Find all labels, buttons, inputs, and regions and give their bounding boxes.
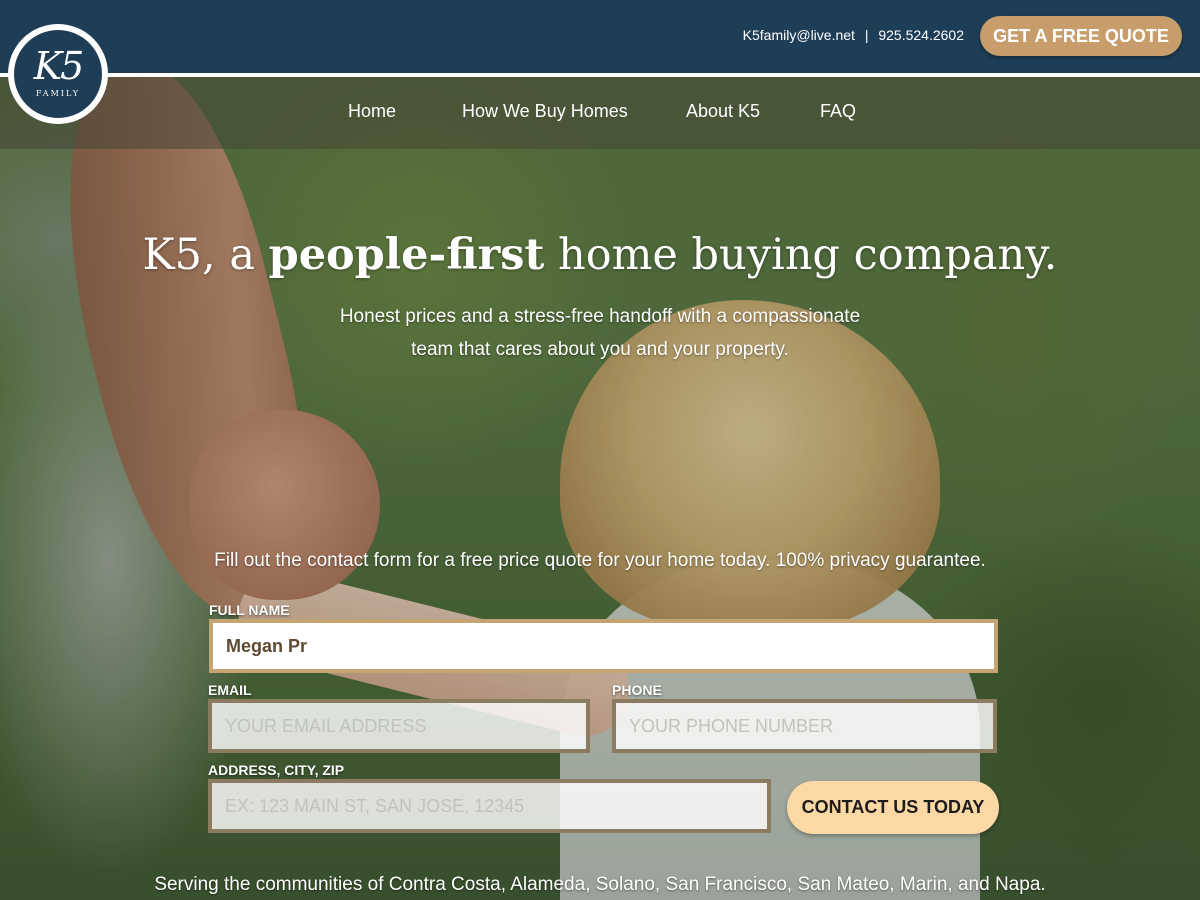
contact-separator: | — [864, 27, 869, 43]
header-phone-link[interactable]: 925.524.2602 — [878, 27, 964, 43]
get-free-quote-button[interactable]: GET A FREE QUOTE — [980, 16, 1182, 56]
phone-input[interactable] — [612, 699, 997, 753]
nav-item-how-we-buy-homes[interactable]: How We Buy Homes — [462, 101, 628, 122]
header-email-link[interactable]: K5family@live.net — [743, 27, 855, 43]
address-input[interactable] — [208, 779, 771, 833]
hero-title-suffix: home buying company. — [544, 230, 1058, 280]
hero-subtitle-line-1: Honest prices and a stress-free handoff … — [339, 306, 861, 327]
address-label: ADDRESS, CITY, ZIP — [208, 762, 345, 778]
phone-label: PHONE — [612, 682, 662, 698]
contact-info: K5family@live.net | 925.524.2602 — [743, 27, 964, 43]
hero-subtitle-line-2: team that cares about you and your prope… — [411, 339, 789, 360]
email-input[interactable] — [208, 699, 590, 753]
hero-subtitle: Honest prices and a stress-free handoff … — [300, 300, 900, 366]
k5-logo[interactable]: K5 FAMILY — [8, 24, 108, 124]
full-name-input[interactable] — [209, 619, 998, 673]
contact-us-button[interactable]: CONTACT US TODAY — [787, 781, 999, 834]
full-name-label: FULL NAME — [209, 602, 290, 618]
top-bar: K5family@live.net | 925.524.2602 GET A F… — [0, 0, 1200, 73]
hero-title-bold: people-first — [268, 230, 545, 280]
email-label: EMAIL — [208, 682, 252, 698]
nav-item-about-k5[interactable]: About K5 — [686, 101, 760, 122]
form-intro-text: Fill out the contact form for a free pri… — [214, 550, 986, 571]
logo-subtext: FAMILY — [35, 88, 81, 98]
hero-title: K5, a people-first home buying company. — [0, 230, 1200, 280]
nav-item-faq[interactable]: FAQ — [820, 101, 856, 122]
logo-mark: K5 — [33, 43, 85, 88]
service-area-text: Serving the communities of Contra Costa,… — [154, 874, 1046, 895]
hero-title-prefix: K5, a — [142, 230, 269, 280]
nav-item-home[interactable]: Home — [348, 101, 396, 122]
logo-badge: K5 FAMILY — [14, 30, 102, 118]
main-nav: Home How We Buy Homes About K5 FAQ — [0, 77, 1200, 149]
